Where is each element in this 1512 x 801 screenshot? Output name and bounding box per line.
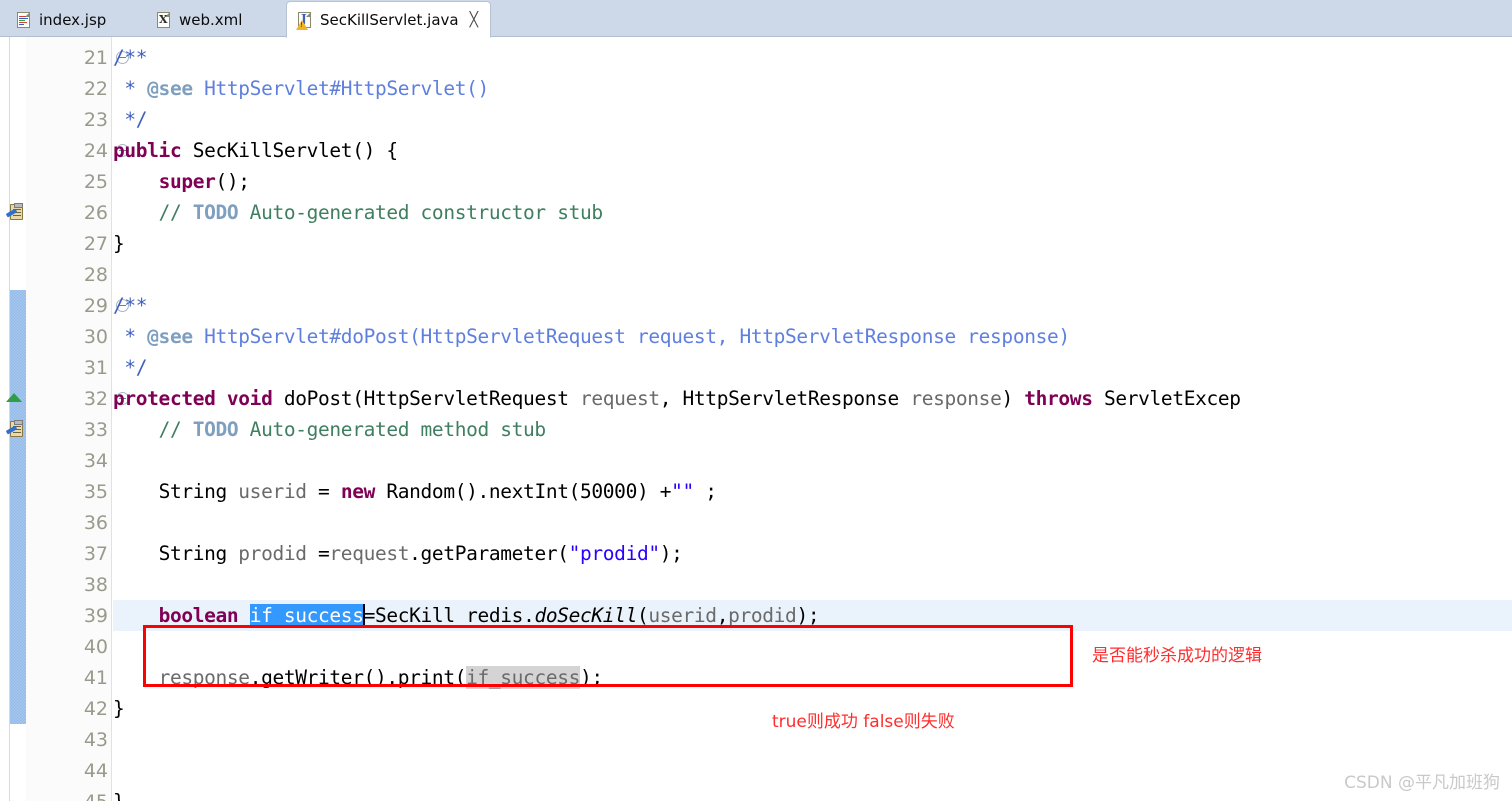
code-line[interactable]: String prodid =request.getParameter("pro… — [113, 538, 683, 569]
code-line[interactable]: */ — [113, 352, 147, 383]
line-number: 38 — [83, 573, 108, 596]
code-line[interactable]: boolean if_success=SecKill_redis.doSecKi… — [113, 600, 820, 631]
line-number: 45 — [26, 786, 112, 801]
editor-tab-bar: index.jsp X web.xml J SecKillServlet.jav… — [0, 0, 1512, 38]
todo-task-icon[interactable] — [5, 420, 25, 438]
line-number: 40 — [83, 635, 108, 658]
line-number: 27 — [83, 232, 108, 255]
line-number: 39 — [83, 604, 108, 627]
xml-file-icon: X — [156, 11, 172, 29]
line-number: 30 — [83, 325, 108, 348]
code-line[interactable]: * @see HttpServlet#HttpServlet() — [113, 73, 489, 104]
tab-label: SecKillServlet.java — [320, 10, 459, 29]
todo-task-icon[interactable] — [5, 203, 25, 221]
annotation-ruler[interactable] — [0, 37, 10, 801]
text-caret — [362, 604, 365, 626]
code-line[interactable]: // TODO Auto-generated method stub — [113, 414, 547, 445]
code-content[interactable]: /** * @see HttpServlet#HttpServlet() */p… — [113, 37, 1512, 801]
line-number: 24 — [26, 135, 129, 166]
annotation-result-note: true则成功 false则失败 — [772, 712, 955, 732]
tab-web-xml[interactable]: X web.xml — [146, 2, 254, 37]
jsp-file-icon — [16, 11, 32, 29]
line-number: 23 — [83, 108, 108, 131]
line-number: 42 — [83, 697, 108, 720]
line-number: 31 — [83, 356, 108, 379]
line-number: 36 — [83, 511, 108, 534]
code-line[interactable]: * @see HttpServlet#doPost(HttpServletReq… — [113, 321, 1070, 352]
overridden-method-icon — [6, 393, 22, 402]
code-line[interactable]: /** — [113, 42, 148, 73]
java-file-warning-icon: J — [296, 11, 313, 30]
close-icon[interactable]: ╳ — [470, 12, 478, 28]
line-number: 21 — [26, 42, 129, 73]
change-bar-indicator — [10, 290, 26, 724]
line-number: 22 — [83, 77, 108, 100]
code-line[interactable]: */ — [113, 104, 147, 135]
tab-label: web.xml — [179, 10, 243, 29]
code-line[interactable]: // TODO Auto-generated constructor stub — [113, 197, 604, 228]
line-number: 43 — [83, 728, 108, 751]
code-line[interactable]: super(); — [113, 166, 250, 197]
change-ruler — [10, 37, 26, 801]
line-number-gutter: 21 22 23 24 25 26 27 28 29 30 31 32 33 34 35 36 37 38 39 40… — [5, 37, 129, 801]
code-line[interactable]: response.getWriter().print(if_success); — [113, 662, 603, 693]
code-line[interactable]: String userid = new Random().nextInt(500… — [113, 476, 717, 507]
occurrence-highlight: if_success — [466, 666, 581, 689]
line-number: 32 — [6, 383, 129, 414]
code-line[interactable]: } — [113, 228, 125, 259]
csdn-watermark: CSDN @平凡加班狗 — [1344, 773, 1500, 793]
line-number: 28 — [83, 263, 108, 286]
tab-index-jsp[interactable]: index.jsp — [6, 2, 118, 37]
code-editor[interactable]: 21 22 23 24 25 26 27 28 29 30 31 32 33 34 35 36 37 38 39 40… — [0, 37, 1512, 801]
tab-label: index.jsp — [39, 10, 107, 29]
line-number: 44 — [83, 759, 108, 782]
tab-seckillservlet-java[interactable]: J SecKillServlet.java ╳ — [286, 1, 492, 38]
code-line[interactable]: } — [113, 693, 125, 724]
line-number: 25 — [83, 170, 108, 193]
line-number: 33 — [5, 414, 112, 445]
line-number: 29 — [26, 290, 129, 321]
code-line[interactable]: } — [113, 786, 125, 801]
line-number: 37 — [83, 542, 108, 565]
code-line[interactable]: /** — [113, 290, 148, 321]
code-line[interactable]: public SecKillServlet() { — [113, 135, 398, 166]
annotation-logic-note: 是否能秒杀成功的逻辑 — [1092, 646, 1262, 666]
line-number: 34 — [83, 449, 108, 472]
line-number: 41 — [83, 666, 108, 689]
line-number: 26 — [5, 197, 112, 228]
code-line[interactable]: protected void doPost(HttpServletRequest… — [113, 383, 1241, 414]
text-selection[interactable]: if_success — [249, 604, 364, 627]
line-number: 35 — [83, 480, 108, 503]
